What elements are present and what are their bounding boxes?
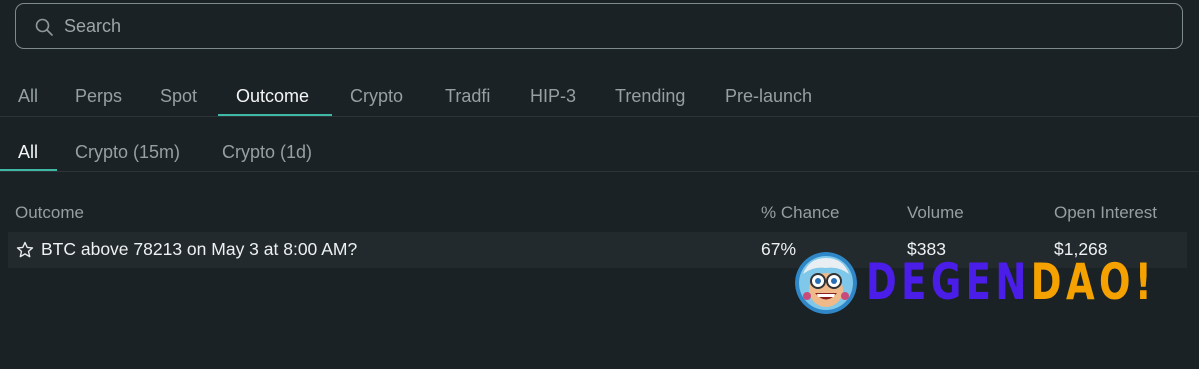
- degendao-mascot-logo: [795, 252, 857, 314]
- wordmark-part-degen: DEGEN: [866, 253, 1031, 311]
- outcome-sub-tabs: All Crypto (15m) Crypto (1d): [0, 130, 1199, 172]
- search-input[interactable]: [64, 12, 1172, 40]
- subtab-all[interactable]: All: [18, 130, 38, 172]
- column-header-open-interest[interactable]: Open Interest: [1054, 203, 1157, 223]
- column-header-outcome[interactable]: Outcome: [15, 203, 84, 223]
- column-header-volume[interactable]: Volume: [907, 203, 964, 223]
- outcome-name[interactable]: BTC above 78213 on May 3 at 8:00 AM?: [41, 239, 357, 260]
- tab-trending[interactable]: Trending: [615, 74, 685, 116]
- tab-tradfi[interactable]: Tradfi: [445, 74, 490, 116]
- degendao-wordmark: DEGENDAO!: [866, 254, 1156, 310]
- column-header-chance[interactable]: % Chance: [761, 203, 839, 223]
- subtab-crypto-1d[interactable]: Crypto (1d): [222, 130, 312, 172]
- tab-hip-3[interactable]: HIP-3: [530, 74, 576, 116]
- active-tab-indicator: [218, 114, 332, 116]
- star-outline-icon[interactable]: [16, 241, 34, 259]
- tab-pre-launch[interactable]: Pre-launch: [725, 74, 812, 116]
- category-tabs: All Perps Spot Outcome Crypto Tradfi HIP…: [0, 74, 1199, 117]
- tab-all[interactable]: All: [18, 74, 38, 116]
- search-icon: [35, 18, 53, 36]
- active-subtab-indicator: [0, 169, 57, 171]
- outcome-markets-panel: All Perps Spot Outcome Crypto Tradfi HIP…: [0, 0, 1199, 369]
- tab-crypto[interactable]: Crypto: [350, 74, 403, 116]
- tab-perps[interactable]: Perps: [75, 74, 122, 116]
- outcome-chance: 67%: [761, 239, 797, 259]
- subtab-crypto-15m[interactable]: Crypto (15m): [75, 130, 180, 172]
- tab-spot[interactable]: Spot: [160, 74, 197, 116]
- search-box[interactable]: [15, 3, 1183, 49]
- tab-outcome[interactable]: Outcome: [236, 74, 309, 116]
- wordmark-part-dao: DAO!: [1030, 253, 1157, 311]
